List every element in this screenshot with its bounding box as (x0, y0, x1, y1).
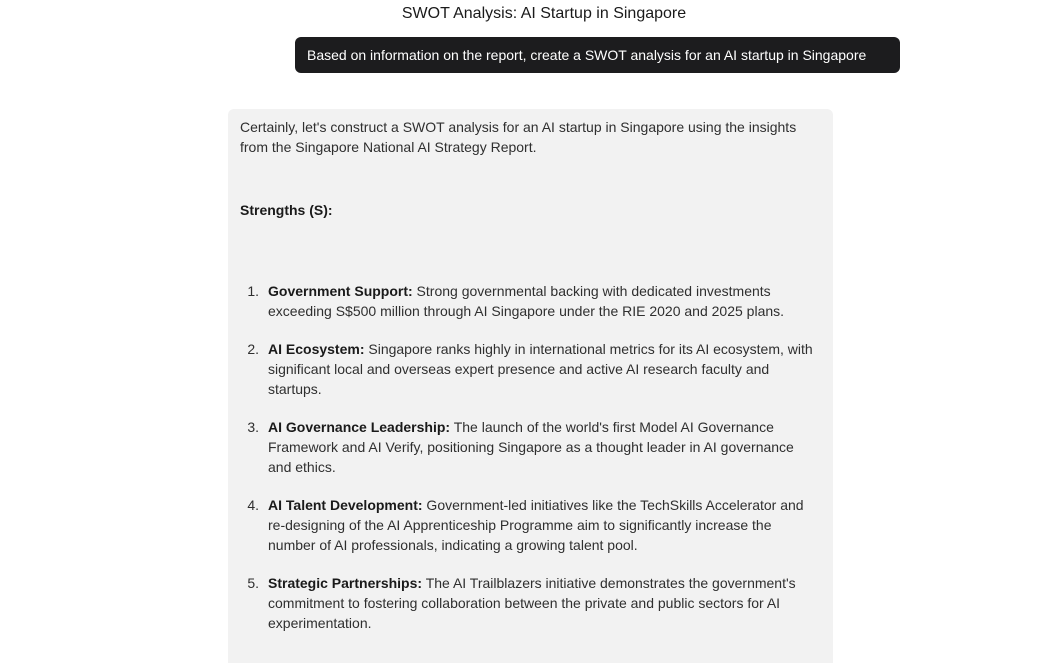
page-title: SWOT Analysis: AI Startup in Singapore (401, 5, 687, 22)
list-item-title: AI Governance Leadership: (268, 419, 451, 435)
list-item-number: 5. (247, 575, 259, 591)
list-item-body: Government Support: Strong governmental … (268, 281, 821, 321)
list-item-title: AI Talent Development: (268, 497, 423, 513)
list-item: 1. Government Support: Strong government… (240, 281, 821, 321)
list-item-body: AI Ecosystem: Singapore ranks highly in … (268, 339, 821, 399)
list-item-number: 2. (247, 341, 259, 357)
list-item-body: Strategic Partnerships: The AI Trailblaz… (268, 573, 821, 633)
list-item-title: Strategic Partnerships: (268, 575, 423, 591)
strengths-list: 1. Government Support: Strong government… (240, 281, 821, 633)
user-message-bubble: Based on information on the report, crea… (295, 37, 900, 73)
assistant-intro-text: Certainly, let's construct a SWOT analys… (240, 119, 797, 155)
list-item-number: 4. (247, 497, 259, 513)
list-item-number: 1. (247, 283, 259, 299)
strengths-heading: Strengths (S): (240, 202, 333, 218)
list-item-title: AI Ecosystem: (268, 341, 365, 357)
list-item: 3. AI Governance Leadership: The launch … (240, 417, 821, 477)
list-item: 4. AI Talent Development: Government-led… (240, 495, 821, 555)
chat-page: SWOT Analysis: AI Startup in Singapore B… (0, 0, 1064, 663)
list-item-title: Government Support: (268, 283, 413, 299)
list-item: 2. AI Ecosystem: Singapore ranks highly … (240, 339, 821, 399)
list-item-body: AI Governance Leadership: The launch of … (268, 417, 821, 477)
list-item: 5. Strategic Partnerships: The AI Trailb… (240, 573, 821, 633)
assistant-message-card: Certainly, let's construct a SWOT analys… (228, 109, 833, 663)
list-item-number: 3. (247, 419, 259, 435)
list-item-body: AI Talent Development: Government-led in… (268, 495, 821, 555)
